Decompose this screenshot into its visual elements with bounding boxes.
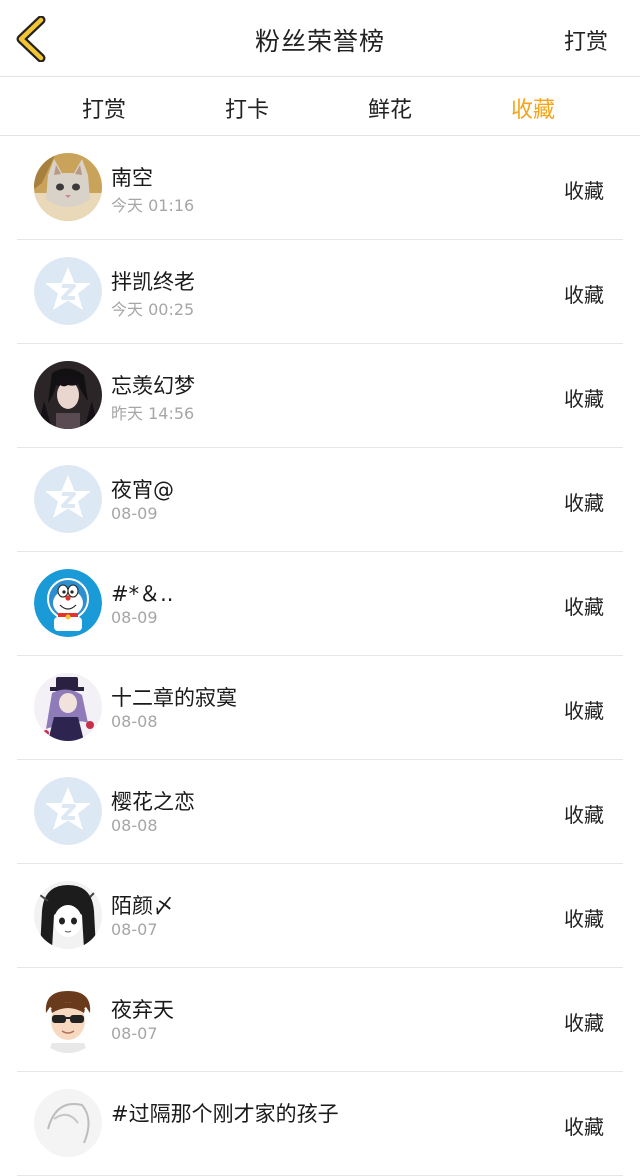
list-item[interactable]: 南空 今天 01:16 收藏 bbox=[0, 136, 640, 240]
action-label: 收藏 bbox=[564, 907, 604, 931]
avatar[interactable] bbox=[34, 465, 102, 533]
list-item[interactable]: 夜弃天 08-07 收藏 bbox=[0, 968, 640, 1072]
avatar[interactable] bbox=[34, 673, 102, 741]
user-name: 拌凯终老 bbox=[111, 270, 195, 294]
action-label: 收藏 bbox=[564, 595, 604, 619]
action-label: 收藏 bbox=[564, 803, 604, 827]
avatar[interactable] bbox=[34, 257, 102, 325]
user-name: 夜宵@ bbox=[111, 478, 174, 502]
list-item[interactable]: 十二章的寂寞 08-08 收藏 bbox=[0, 656, 640, 760]
timestamp: 08-07 bbox=[111, 920, 158, 939]
purple-anime-avatar-icon bbox=[34, 673, 102, 741]
user-name: 忘羡幻梦 bbox=[111, 374, 195, 398]
page-title: 粉丝荣誉榜 bbox=[254, 27, 385, 56]
list-item[interactable]: 忘羡幻梦 昨天 14:56 收藏 bbox=[0, 344, 640, 448]
action-label: 收藏 bbox=[564, 1011, 604, 1035]
tab-checkin[interactable]: 打卡 bbox=[192, 92, 302, 124]
avatar[interactable] bbox=[34, 777, 102, 845]
user-name: 夜弃天 bbox=[111, 998, 174, 1022]
action-label: 收藏 bbox=[564, 179, 604, 203]
user-name: 南空 bbox=[111, 166, 153, 190]
user-name: 樱花之恋 bbox=[111, 790, 195, 814]
default-avatar-star-icon bbox=[34, 777, 102, 845]
avatar[interactable] bbox=[34, 569, 102, 637]
sketch-avatar-icon bbox=[34, 1089, 102, 1157]
default-avatar-star-icon bbox=[34, 257, 102, 325]
tab-reward[interactable]: 打赏 bbox=[49, 92, 159, 124]
timestamp: 今天 01:16 bbox=[111, 196, 195, 215]
action-label: 收藏 bbox=[564, 699, 604, 723]
dark-anime-avatar-icon bbox=[34, 361, 102, 429]
timestamp: 今天 00:25 bbox=[111, 300, 195, 319]
action-label: 收藏 bbox=[564, 1115, 604, 1139]
tab-favorites[interactable]: 收藏 bbox=[478, 92, 588, 124]
timestamp: 08-09 bbox=[111, 504, 158, 523]
doraemon-avatar-icon bbox=[34, 569, 102, 637]
tab-flowers[interactable]: 鲜花 bbox=[335, 92, 445, 124]
user-name: #过隔那个刚才家的孩子 bbox=[111, 1102, 339, 1126]
fan-list: 南空 今天 01:16 收藏 拌凯终老 今天 00:25 收藏 忘羡幻梦 昨天 … bbox=[0, 136, 640, 1176]
list-item[interactable]: 陌颜〆 08-07 收藏 bbox=[0, 864, 640, 968]
avatar[interactable] bbox=[34, 1089, 102, 1157]
cartoon-boy-avatar-icon bbox=[34, 985, 102, 1053]
avatar[interactable] bbox=[34, 881, 102, 949]
list-item[interactable]: 拌凯终老 今天 00:25 收藏 bbox=[0, 240, 640, 344]
list-item[interactable]: 夜宵@ 08-09 收藏 bbox=[0, 448, 640, 552]
user-name: 陌颜〆 bbox=[111, 894, 174, 918]
list-item[interactable]: #过隔那个刚才家的孩子 收藏 bbox=[0, 1072, 640, 1176]
action-label: 收藏 bbox=[564, 387, 604, 411]
list-item[interactable]: 樱花之恋 08-08 收藏 bbox=[0, 760, 640, 864]
action-label: 收藏 bbox=[564, 491, 604, 515]
tab-bar: 打赏 打卡 鲜花 收藏 bbox=[0, 77, 640, 136]
user-name: 十二章的寂寞 bbox=[111, 686, 237, 710]
reward-button[interactable]: 打赏 bbox=[564, 24, 608, 56]
user-name: #*＆.. bbox=[111, 582, 174, 606]
manga-girl-avatar-icon bbox=[34, 881, 102, 949]
timestamp: 08-08 bbox=[111, 816, 158, 835]
timestamp: 昨天 14:56 bbox=[111, 404, 195, 423]
action-label: 收藏 bbox=[564, 283, 604, 307]
timestamp: 08-09 bbox=[111, 608, 158, 627]
timestamp: 08-07 bbox=[111, 1024, 158, 1043]
avatar[interactable] bbox=[34, 361, 102, 429]
avatar[interactable] bbox=[34, 985, 102, 1053]
nav-header: 粉丝荣誉榜 打赏 bbox=[0, 0, 640, 77]
default-avatar-star-icon bbox=[34, 465, 102, 533]
list-item[interactable]: #*＆.. 08-09 收藏 bbox=[0, 552, 640, 656]
timestamp: 08-08 bbox=[111, 712, 158, 731]
avatar[interactable] bbox=[34, 153, 102, 221]
cat-photo-icon bbox=[34, 153, 102, 221]
